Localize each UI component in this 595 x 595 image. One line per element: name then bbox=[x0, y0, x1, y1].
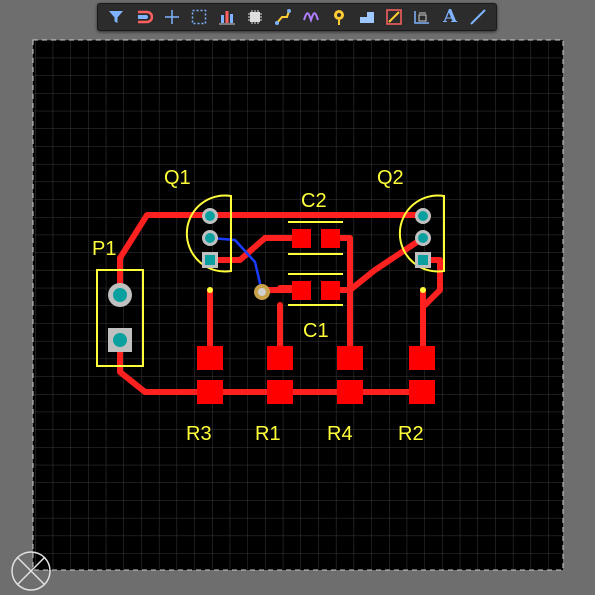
keepout-icon[interactable] bbox=[384, 7, 404, 27]
select-rect-icon[interactable] bbox=[189, 7, 209, 27]
route-icon[interactable] bbox=[273, 7, 293, 27]
component-icon[interactable] bbox=[245, 7, 265, 27]
align-icon[interactable] bbox=[217, 7, 237, 27]
designator-r2: R2 bbox=[398, 423, 424, 445]
polygon-icon[interactable] bbox=[357, 7, 377, 27]
via[interactable] bbox=[254, 284, 270, 300]
designator-r4: R4 bbox=[327, 423, 353, 445]
diff-pair-icon[interactable] bbox=[301, 7, 321, 27]
via-icon[interactable] bbox=[329, 7, 349, 27]
snap-magnet-icon[interactable] bbox=[134, 7, 154, 27]
designator-p1: P1 bbox=[92, 238, 116, 260]
designator-q1: Q1 bbox=[164, 167, 191, 189]
designator-c1: C1 bbox=[303, 320, 329, 342]
origin-marker-icon bbox=[11, 551, 51, 591]
filter-icon[interactable] bbox=[106, 7, 126, 27]
designator-r3: R3 bbox=[186, 423, 212, 445]
designator-q2: Q2 bbox=[377, 167, 404, 189]
dimension-icon[interactable] bbox=[412, 7, 432, 27]
designator-c2: C2 bbox=[301, 190, 327, 212]
crosshair-icon[interactable] bbox=[162, 7, 182, 27]
text-icon[interactable]: A bbox=[440, 7, 460, 27]
pcb-canvas[interactable]: Q1 Q2 C2 C1 P1 R3 R1 R4 R2 bbox=[0, 0, 595, 595]
active-bar-toolbar: A bbox=[97, 3, 497, 31]
designator-r1: R1 bbox=[255, 423, 281, 445]
text-tool-glyph: A bbox=[443, 6, 458, 27]
line-icon[interactable] bbox=[468, 7, 488, 27]
